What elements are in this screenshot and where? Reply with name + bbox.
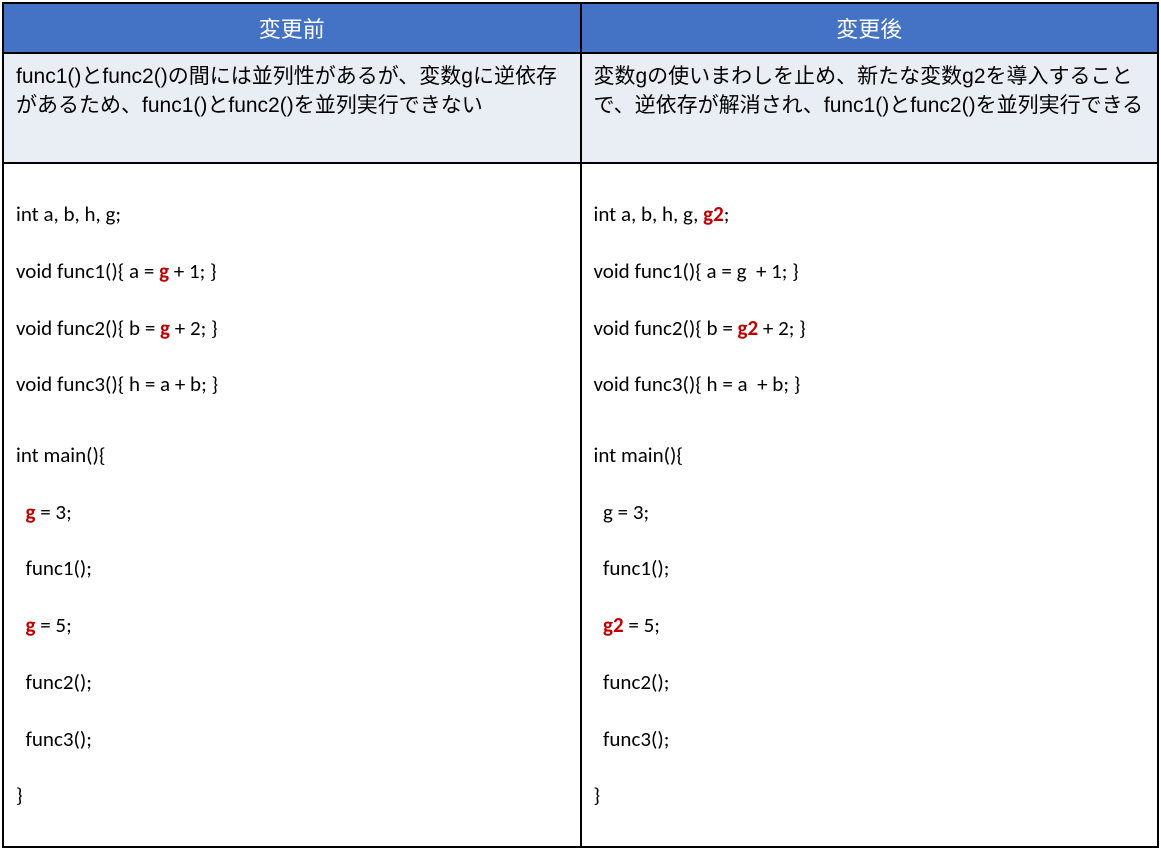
comparison-table: 変更前 変更後 func1()とfunc2()の間には並列性があるが、変数gに逆…: [2, 2, 1159, 848]
code-line: g = 3;: [16, 498, 568, 526]
highlight-g2: g2: [603, 612, 624, 638]
header-before: 変更前: [3, 3, 581, 53]
code-line: }: [16, 781, 568, 809]
code-before: int a, b, h, g; void func1(){ a = g + 1;…: [3, 163, 581, 847]
code-line: }: [594, 781, 1146, 809]
code-line: void func3(){ h = a + b; }: [16, 370, 568, 398]
code-line: func3();: [594, 725, 1146, 753]
code-line: func1();: [594, 554, 1146, 582]
code-line: int main(){: [594, 441, 1146, 469]
code-line: int main(){: [16, 441, 568, 469]
code-line: void func1(){ a = g + 1; }: [16, 257, 568, 285]
highlight-g2: g2: [703, 201, 724, 227]
code-line: func2();: [16, 668, 568, 696]
code-line: void func2(){ b = g2 + 2; }: [594, 314, 1146, 342]
code-line: func2();: [594, 668, 1146, 696]
code-line: void func2(){ b = g + 2; }: [16, 314, 568, 342]
highlight-g: g: [159, 258, 169, 284]
highlight-g2: g2: [738, 315, 759, 341]
header-after: 変更後: [581, 3, 1159, 53]
code-line: g2 = 5;: [594, 611, 1146, 639]
description-after: 変数gの使いまわしを止め、新たな変数g2を導入することで、逆依存が解消され、fu…: [581, 53, 1159, 163]
highlight-g: g: [26, 612, 36, 638]
code-line: func1();: [16, 554, 568, 582]
comparison-table-wrap: 変更前 変更後 func1()とfunc2()の間には並列性があるが、変数gに逆…: [0, 0, 1161, 600]
code-after: int a, b, h, g, g2; void func1(){ a = g …: [581, 163, 1159, 847]
code-line: void func3(){ h = a + b; }: [594, 370, 1146, 398]
code-line: g = 3;: [594, 498, 1146, 526]
code-line: func3();: [16, 725, 568, 753]
code-line: g = 5;: [16, 611, 568, 639]
highlight-g: g: [160, 315, 170, 341]
highlight-g: g: [26, 499, 36, 525]
code-line: void func1(){ a = g + 1; }: [594, 257, 1146, 285]
code-line: int a, b, h, g;: [16, 200, 568, 228]
code-line: int a, b, h, g, g2;: [594, 200, 1146, 228]
description-before: func1()とfunc2()の間には並列性があるが、変数gに逆依存があるため、…: [3, 53, 581, 163]
